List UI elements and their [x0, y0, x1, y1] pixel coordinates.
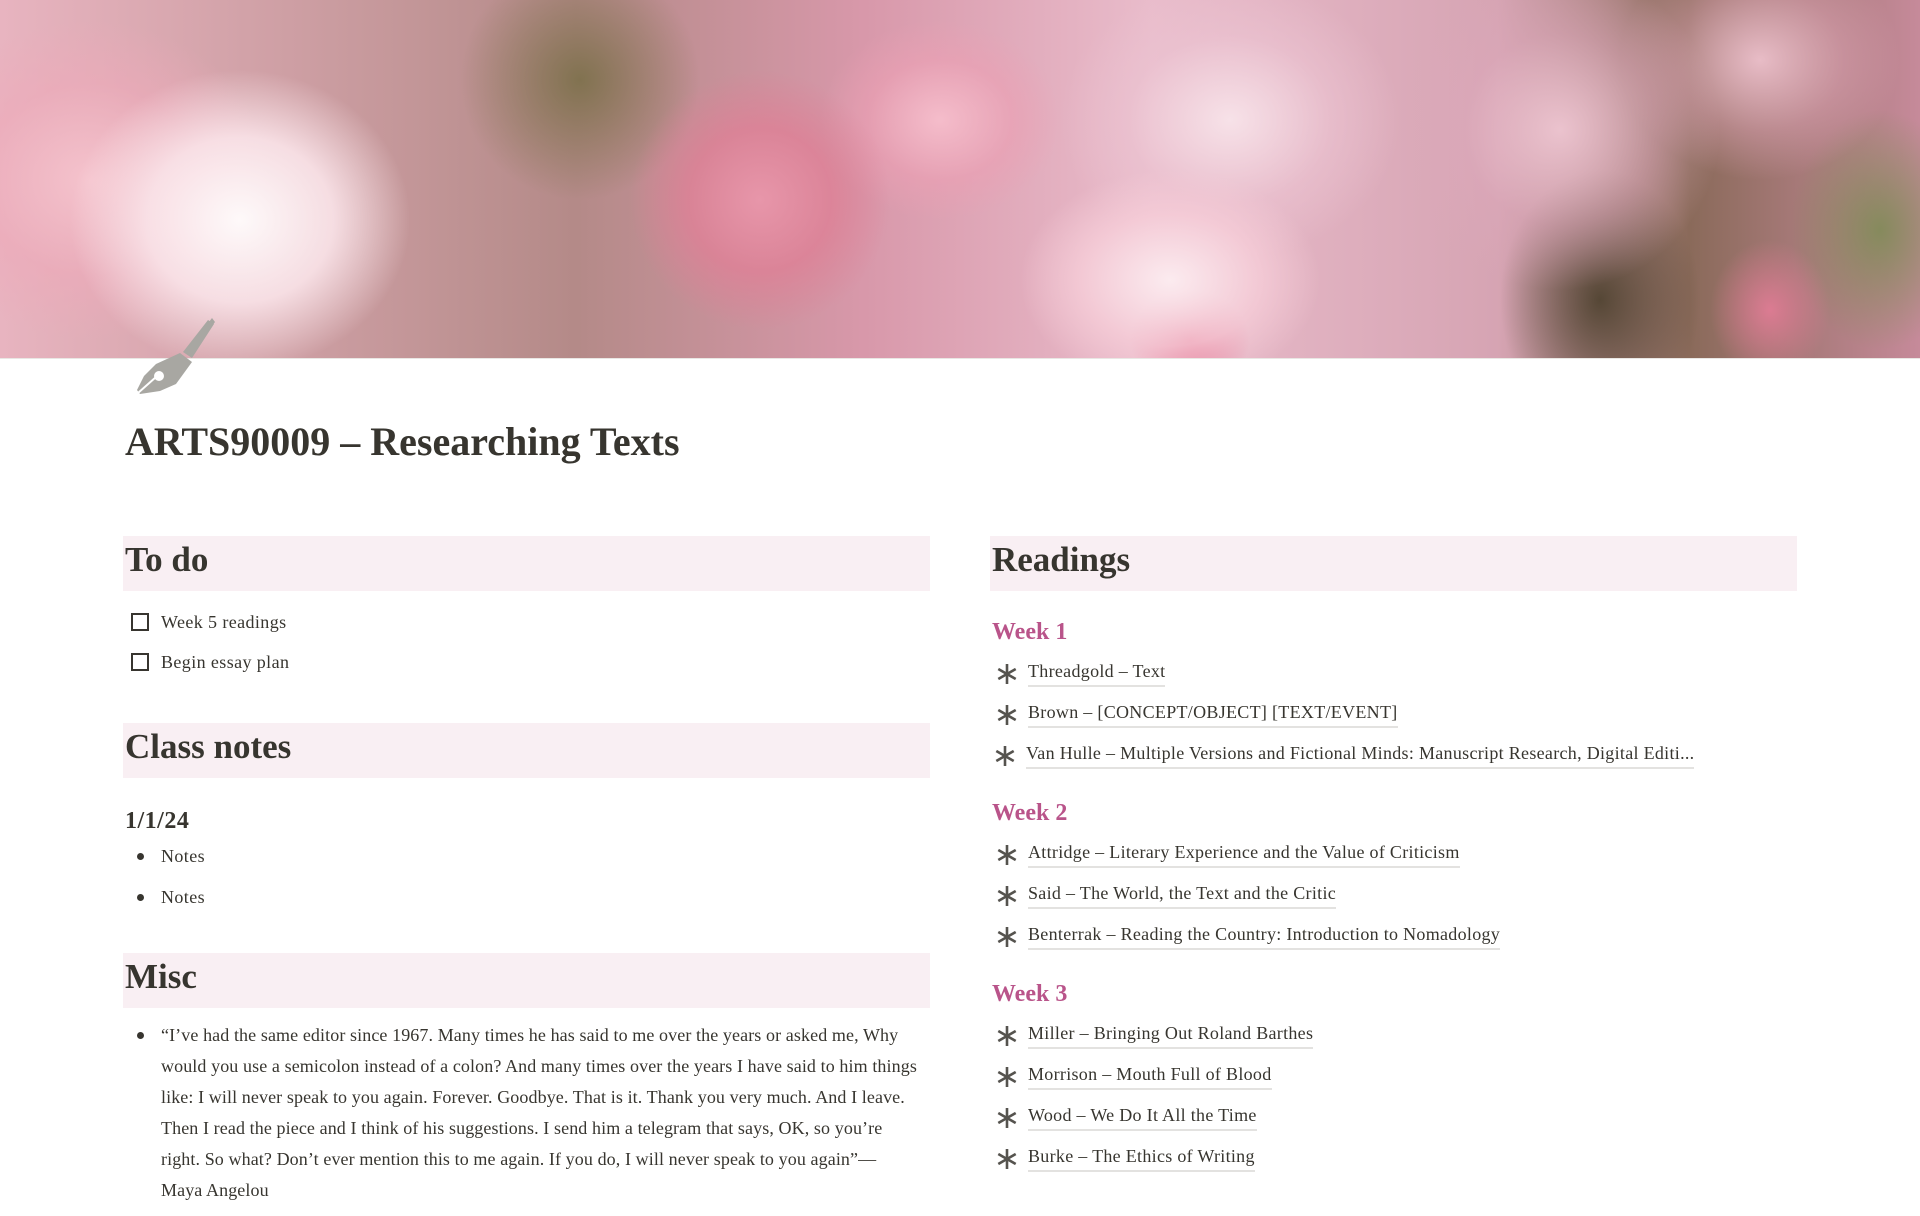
week-heading: Week 2	[992, 800, 1068, 826]
bullet-icon	[137, 894, 144, 901]
left-column: To do Week 5 readings Begin essay plan C…	[123, 536, 930, 1216]
list-item[interactable]: Notes	[123, 841, 930, 872]
reading-link[interactable]: Van Hulle – Multiple Versions and Fictio…	[1026, 742, 1695, 769]
reading-link[interactable]: Burke – The Ethics of Writing	[1028, 1145, 1255, 1172]
todo-label[interactable]: Begin essay plan	[161, 652, 289, 673]
misc-list: “I’ve had the same editor since 1967. Ma…	[123, 1020, 930, 1206]
week-heading: Week 3	[992, 981, 1068, 1007]
asterisk-icon	[997, 885, 1017, 906]
reading-item[interactable]: Van Hulle – Multiple Versions and Fictio…	[990, 735, 1797, 776]
asterisk-icon	[997, 926, 1017, 947]
todo-item[interactable]: Week 5 readings	[123, 602, 930, 642]
fountain-pen-icon[interactable]	[136, 318, 216, 396]
todo-list: Week 5 readings Begin essay plan	[123, 602, 930, 682]
week-heading: Week 1	[992, 619, 1068, 645]
todo-heading: To do	[123, 536, 930, 591]
reading-item[interactable]: Attridge – Literary Experience and the V…	[990, 834, 1797, 875]
reading-link[interactable]: Attridge – Literary Experience and the V…	[1028, 841, 1460, 868]
todo-item[interactable]: Begin essay plan	[123, 642, 930, 682]
page-title[interactable]: ARTS90009 – Researching Texts	[125, 418, 680, 465]
reading-link[interactable]: Morrison – Mouth Full of Blood	[1028, 1063, 1272, 1090]
quote-item[interactable]: “I’ve had the same editor since 1967. Ma…	[123, 1020, 930, 1206]
cover-image[interactable]	[0, 0, 1920, 359]
reading-item[interactable]: Benterrak – Reading the Country: Introdu…	[990, 916, 1797, 957]
asterisk-icon	[997, 663, 1017, 684]
asterisk-icon	[997, 844, 1017, 865]
reading-item[interactable]: Said – The World, the Text and the Criti…	[990, 875, 1797, 916]
reading-item[interactable]: Threadgold – Text	[990, 653, 1797, 694]
note-text[interactable]: Notes	[161, 846, 205, 866]
notes-date-heading: 1/1/24	[125, 808, 190, 834]
class-notes-heading: Class notes	[123, 723, 930, 778]
asterisk-icon	[997, 1066, 1017, 1087]
asterisk-icon	[997, 704, 1017, 725]
cover-divider	[0, 358, 1920, 359]
todo-label[interactable]: Week 5 readings	[161, 612, 287, 633]
checkbox[interactable]	[131, 653, 149, 671]
reading-item[interactable]: Morrison – Mouth Full of Blood	[990, 1056, 1797, 1097]
reading-item[interactable]: Brown – [CONCEPT/OBJECT] [TEXT/EVENT]	[990, 694, 1797, 735]
reading-link[interactable]: Said – The World, the Text and the Criti…	[1028, 882, 1337, 909]
reading-item[interactable]: Wood – We Do It All the Time	[990, 1097, 1797, 1138]
bullet-icon	[137, 853, 144, 860]
asterisk-icon	[995, 745, 1015, 766]
reading-link[interactable]: Miller – Bringing Out Roland Barthes	[1028, 1022, 1314, 1049]
quote-text[interactable]: “I’ve had the same editor since 1967. Ma…	[161, 1025, 917, 1200]
checkbox[interactable]	[131, 613, 149, 631]
reading-item[interactable]: Miller – Bringing Out Roland Barthes	[990, 1015, 1797, 1056]
bullet-icon	[137, 1032, 144, 1039]
note-text[interactable]: Notes	[161, 887, 205, 907]
asterisk-icon	[997, 1025, 1017, 1046]
misc-heading: Misc	[123, 953, 930, 1008]
asterisk-icon	[997, 1148, 1017, 1169]
notes-list: Notes Notes	[123, 841, 930, 913]
reading-link[interactable]: Threadgold – Text	[1028, 660, 1166, 687]
right-column: Readings Week 1 Threadgold – Text Brown …	[990, 536, 1797, 1179]
reading-link[interactable]: Brown – [CONCEPT/OBJECT] [TEXT/EVENT]	[1028, 701, 1398, 728]
reading-item[interactable]: Burke – The Ethics of Writing	[990, 1138, 1797, 1179]
asterisk-icon	[997, 1107, 1017, 1128]
readings-heading: Readings	[990, 536, 1797, 591]
reading-link[interactable]: Benterrak – Reading the Country: Introdu…	[1028, 923, 1501, 950]
list-item[interactable]: Notes	[123, 882, 930, 913]
reading-link[interactable]: Wood – We Do It All the Time	[1028, 1104, 1257, 1131]
